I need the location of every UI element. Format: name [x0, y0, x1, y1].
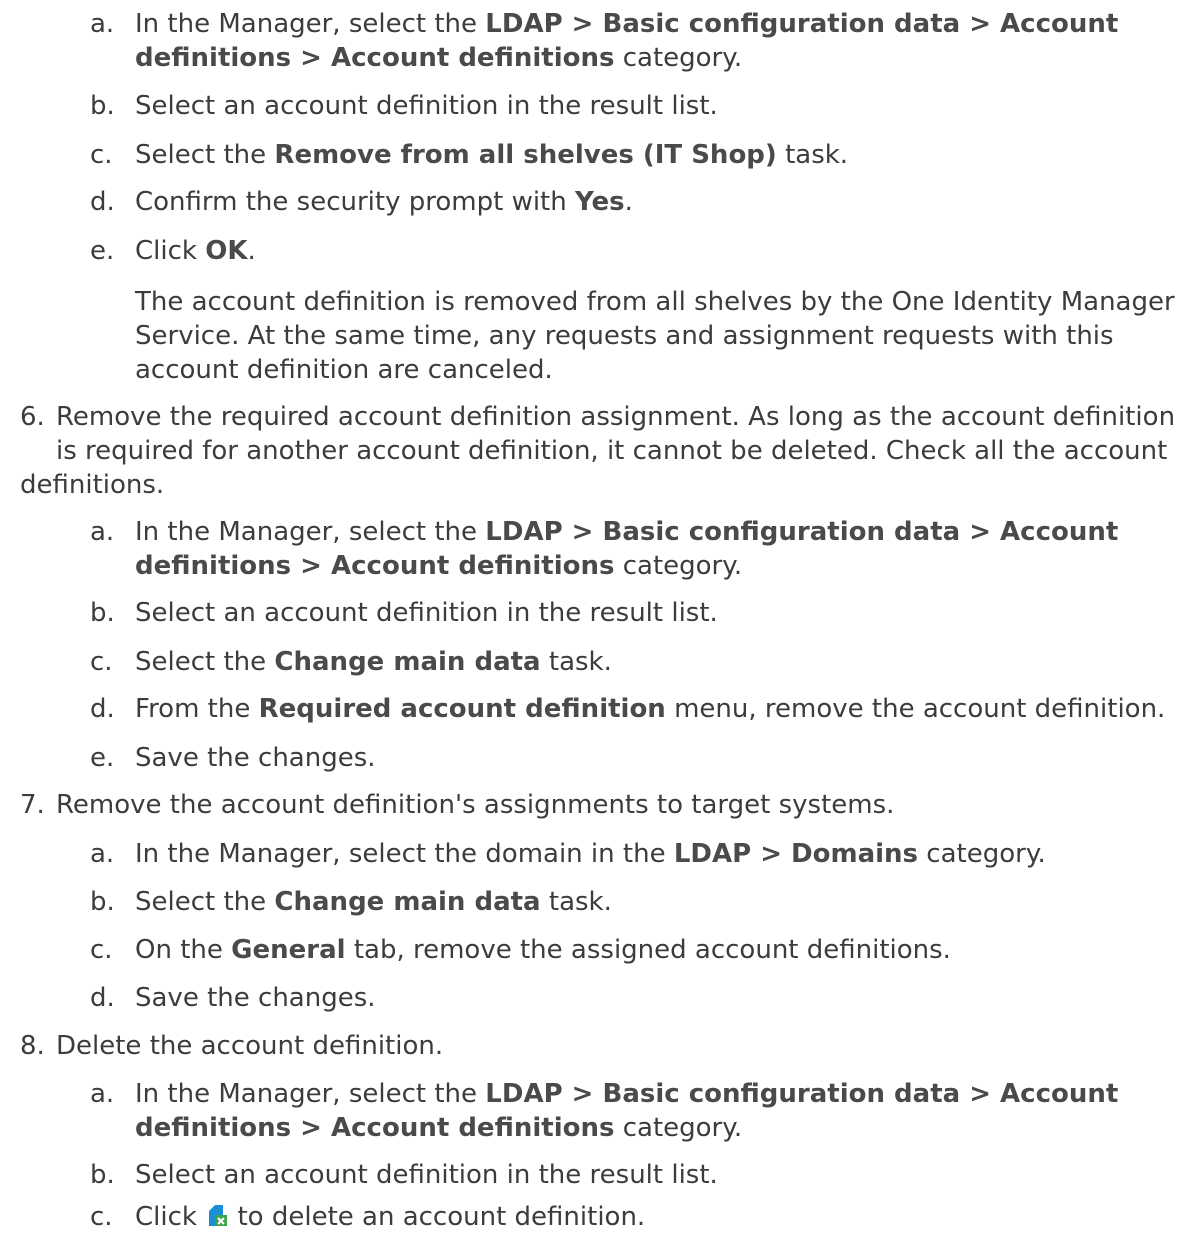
step-text: Confirm the security prompt with Yes.	[135, 187, 633, 217]
step-5c: c. Select the Remove from all shelves (I…	[90, 138, 1170, 172]
step-5d: d. Confirm the security prompt with Yes.	[90, 185, 1170, 219]
menu-path-cont: definitions > Account definitions	[135, 43, 615, 73]
step-marker: a.	[90, 517, 115, 547]
step-marker: c.	[90, 935, 113, 965]
task-name: Remove from all shelves (IT Shop)	[274, 140, 777, 170]
step-6a: a. In the Manager, select the LDAP > Bas…	[90, 515, 1170, 583]
step-5e: e. Click OK.	[90, 234, 1170, 268]
menu-path-cont: definitions > Account definitions	[135, 551, 615, 581]
tab-name: General	[231, 935, 346, 965]
step-text: On the General tab, remove the assigned …	[135, 935, 951, 965]
prompt-answer: Yes	[575, 187, 625, 217]
step-7c: c. On the General tab, remove the assign…	[90, 933, 1170, 967]
step-number: 7.	[20, 790, 45, 820]
step-text: Select the Change main data task.	[135, 647, 612, 677]
step-7b: b. Select the Change main data task.	[90, 885, 1170, 919]
task-name: Change main data	[274, 647, 541, 677]
step-7d: d. Save the changes.	[90, 981, 1170, 1015]
step-text: In the Manager, select the LDAP > Basic …	[135, 1079, 1119, 1143]
step-text: In the Manager, select the domain in the…	[135, 839, 1046, 869]
step-marker: e.	[90, 236, 115, 266]
step-marker: d.	[90, 187, 115, 217]
step-marker: a.	[90, 839, 115, 869]
menu-path-cont: definitions > Account definitions	[135, 1113, 615, 1143]
menu-name: Required account definition	[258, 694, 666, 724]
step-8c: c. Click to delete an account definition…	[90, 1200, 1170, 1234]
step-6d: d. From the Required account definition …	[90, 692, 1170, 726]
step-marker: c.	[90, 1202, 113, 1232]
menu-path: LDAP > Basic configuration data > Accoun…	[485, 9, 1119, 39]
step-marker: a.	[90, 1079, 115, 1109]
step-text: Select an account definition in the resu…	[135, 598, 718, 628]
step-8: 8. Delete the account definition.	[20, 1029, 1180, 1063]
step-6e: e. Save the changes.	[90, 741, 1170, 775]
step-text: In the Manager, select the LDAP > Basic …	[135, 517, 1119, 581]
step-text: Remove the required account definition a…	[56, 402, 1176, 466]
step-text: Select the Remove from all shelves (IT S…	[135, 140, 849, 170]
step-5b: b. Select an account definition in the r…	[90, 89, 1170, 123]
step-8a: a. In the Manager, select the LDAP > Bas…	[90, 1077, 1170, 1145]
step-text: Click to delete an account definition.	[135, 1202, 646, 1232]
step-marker: a.	[90, 9, 115, 39]
step-7a: a. In the Manager, select the domain in …	[90, 837, 1170, 871]
step-text: From the Required account definition men…	[135, 694, 1166, 724]
step-text: Click OK.	[135, 236, 256, 266]
step-marker: b.	[90, 887, 115, 917]
step-6-continuation: definitions.	[20, 470, 165, 500]
step-marker: e.	[90, 743, 115, 773]
step-text: Save the changes.	[135, 743, 376, 773]
step-text: Delete the account definition.	[56, 1031, 444, 1061]
document-page: a. In the Manager, select the LDAP > Bas…	[0, 0, 1185, 1235]
step-6b: b. Select an account definition in the r…	[90, 596, 1170, 630]
menu-path: LDAP > Domains	[673, 839, 919, 869]
step-5a: a. In the Manager, select the LDAP > Bas…	[90, 7, 1170, 75]
step-7: 7. Remove the account definition's assig…	[20, 788, 1180, 822]
step-marker: c.	[90, 140, 113, 170]
step-number: 6.	[20, 402, 45, 432]
task-name: Change main data	[274, 887, 541, 917]
step-marker: b.	[90, 1160, 115, 1190]
button-name: OK	[205, 236, 248, 266]
step-text: Remove the account definition's assignme…	[56, 790, 895, 820]
step-marker: d.	[90, 694, 115, 724]
step-5-note: The account definition is removed from a…	[135, 287, 1175, 385]
step-marker: c.	[90, 647, 113, 677]
step-text: In the Manager, select the LDAP > Basic …	[135, 9, 1119, 73]
step-text: Select the Change main data task.	[135, 887, 612, 917]
menu-path: LDAP > Basic configuration data > Accoun…	[485, 517, 1119, 547]
step-6c: c. Select the Change main data task.	[90, 645, 1170, 679]
step-marker: b.	[90, 598, 115, 628]
step-marker: d.	[90, 983, 115, 1013]
step-text: Select an account definition in the resu…	[135, 91, 718, 121]
delete-icon	[207, 1203, 228, 1228]
step-number: 8.	[20, 1031, 45, 1061]
step-text: Save the changes.	[135, 983, 376, 1013]
step-text: Select an account definition in the resu…	[135, 1160, 718, 1190]
step-marker: b.	[90, 91, 115, 121]
step-8b: b. Select an account definition in the r…	[90, 1158, 1170, 1192]
delete-icon-graphic	[209, 1205, 228, 1226]
step-6: 6. Remove the required account definitio…	[20, 400, 1180, 468]
menu-path: LDAP > Basic configuration data > Accoun…	[485, 1079, 1119, 1109]
